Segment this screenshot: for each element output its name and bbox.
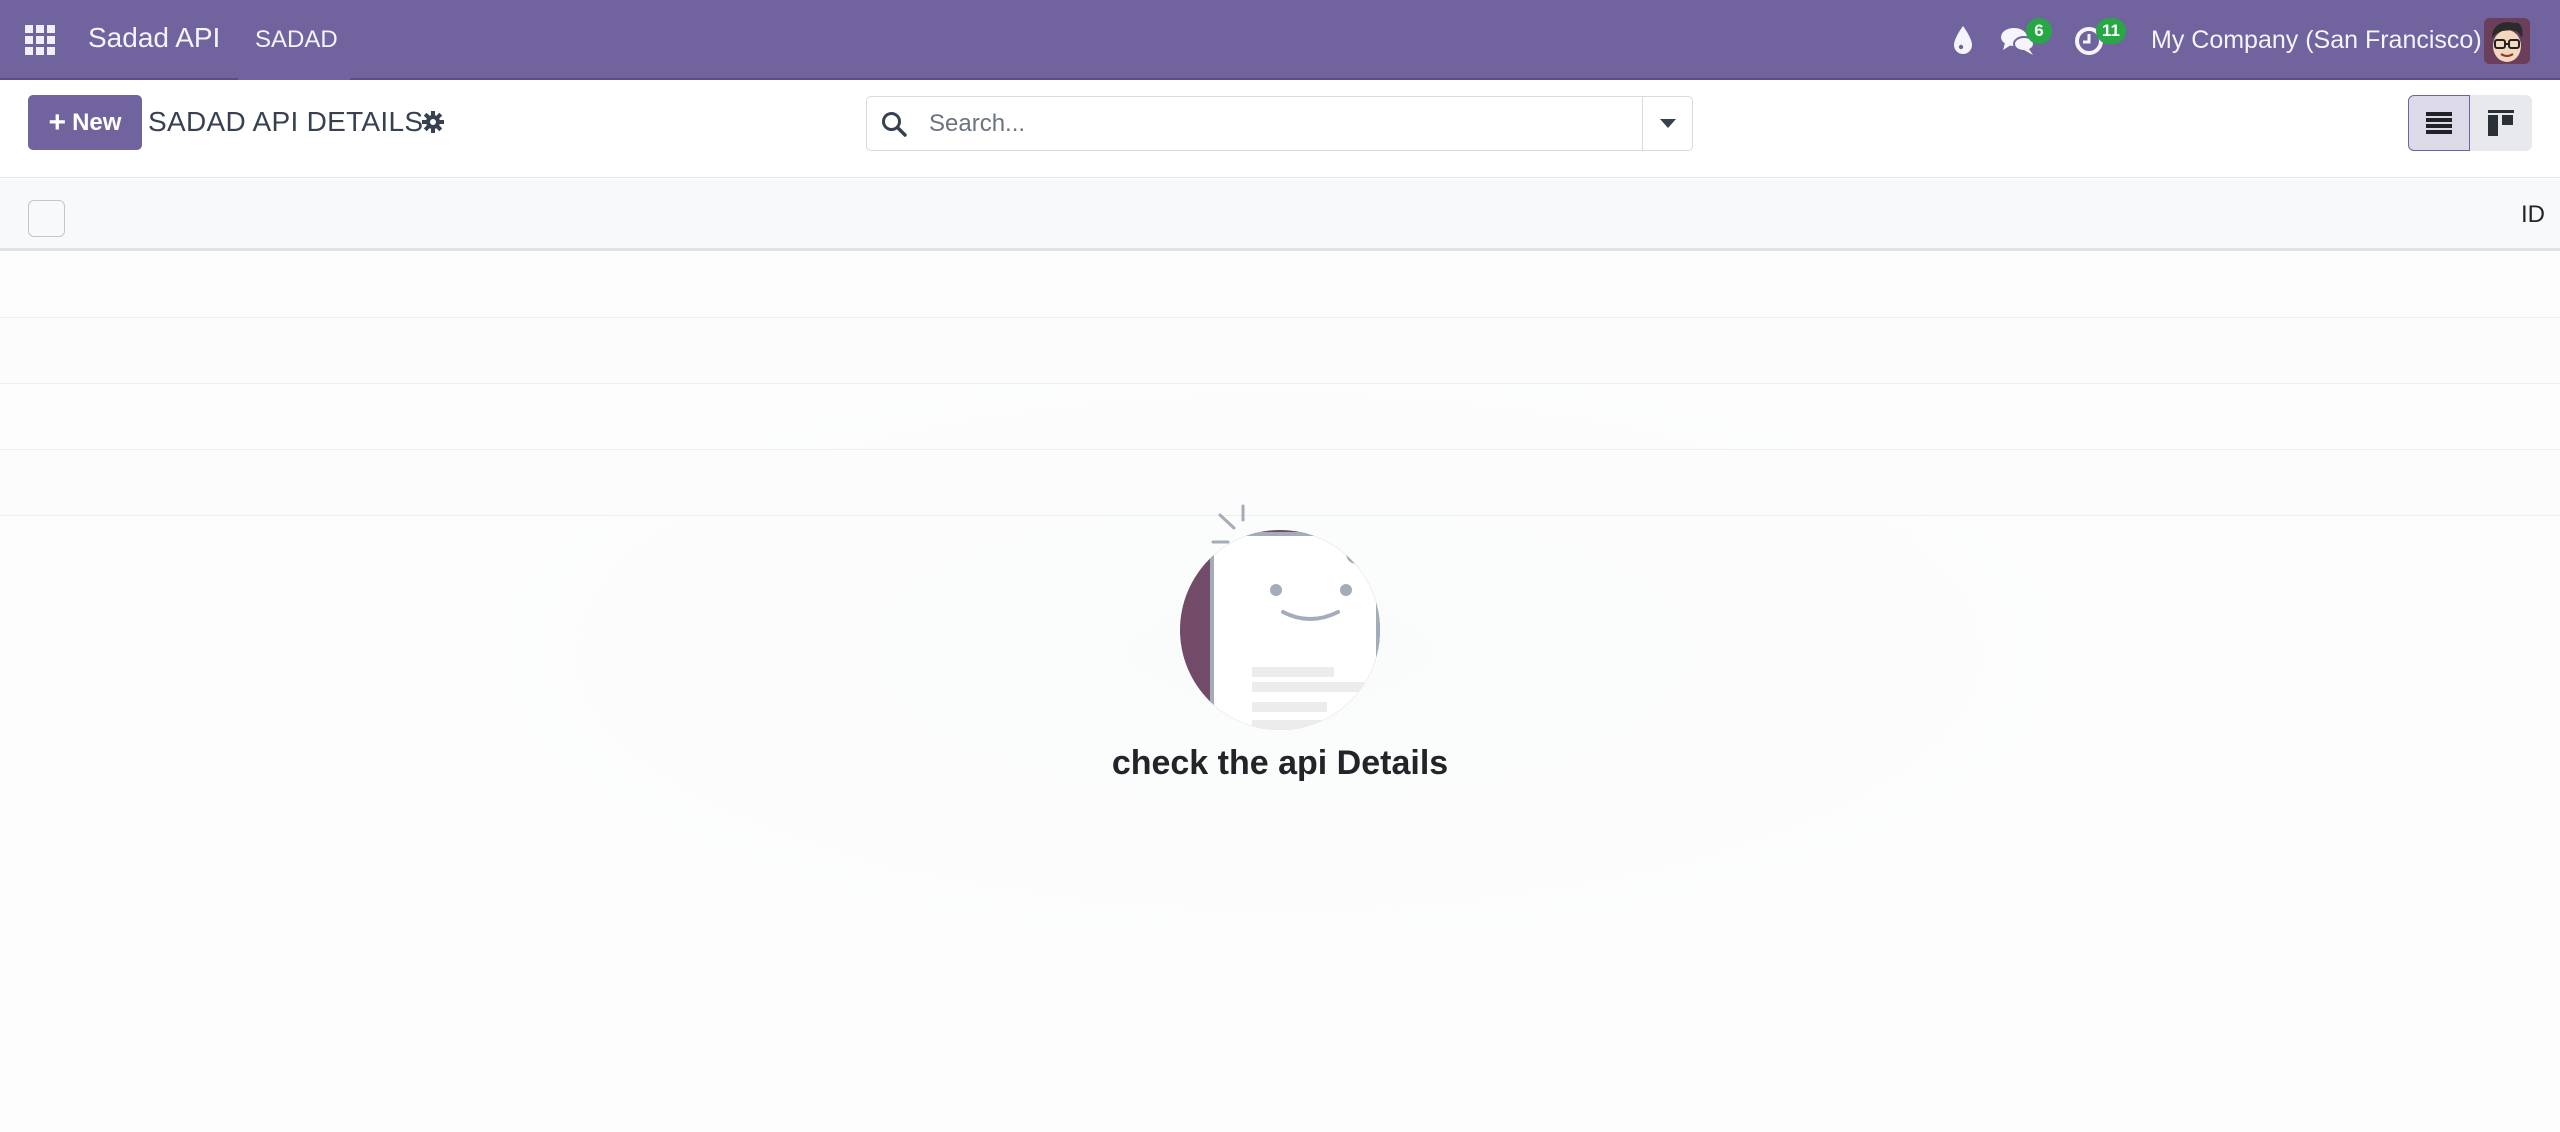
empty-state-illustration: [1180, 490, 1380, 730]
empty-state-message: check the api Details: [1111, 744, 1449, 782]
activities-badge: 11: [2096, 18, 2126, 44]
active-menu-gap: [238, 78, 350, 80]
list-header: ID: [0, 179, 2560, 251]
list-view-button[interactable]: [2408, 95, 2470, 151]
gear-icon[interactable]: [421, 110, 445, 134]
select-all-checkbox[interactable]: [28, 200, 65, 237]
empty-row: [0, 252, 2560, 318]
messages-badge: 6: [2026, 18, 2052, 44]
user-avatar[interactable]: [2484, 18, 2530, 64]
company-switcher[interactable]: My Company (San Francisco): [2151, 26, 2482, 55]
empty-row: [0, 318, 2560, 384]
search-icon: [881, 111, 907, 137]
caret-down-icon: [1659, 119, 1676, 128]
top-navbar: Sadad API SADAD 6 11 My Company (San Fra…: [0, 0, 2560, 80]
app-name[interactable]: Sadad API: [88, 22, 220, 54]
plus-icon: +: [48, 105, 67, 139]
new-button-label: New: [72, 108, 122, 136]
kanban-icon: [2488, 110, 2514, 136]
droplet-icon[interactable]: [1952, 24, 1974, 60]
column-header-id[interactable]: ID: [2521, 201, 2545, 229]
view-switcher: [2408, 95, 2532, 151]
empty-row: [0, 384, 2560, 450]
menu-item-sadad[interactable]: SADAD: [255, 26, 338, 54]
control-panel: + New SADAD API DETAILS: [0, 82, 2560, 178]
search-input[interactable]: [929, 105, 1609, 143]
search-options-toggle[interactable]: [1642, 97, 1692, 150]
page-title: SADAD API DETAILS: [148, 106, 424, 137]
new-button[interactable]: + New: [28, 95, 142, 150]
list-icon: [2426, 112, 2452, 134]
kanban-view-button[interactable]: [2470, 95, 2532, 151]
apps-grid-icon[interactable]: [25, 25, 55, 55]
search-bar: [866, 96, 1693, 151]
